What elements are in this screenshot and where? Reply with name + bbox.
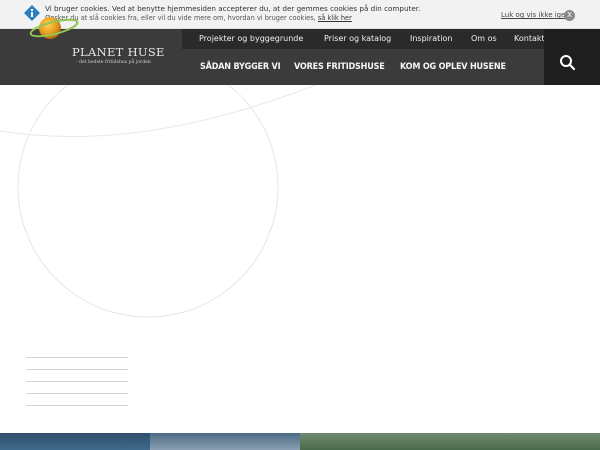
- search-button[interactable]: [544, 29, 600, 85]
- top-nav-projects[interactable]: Projekter og byggegrunde: [199, 34, 303, 43]
- brand-tagline: - det bedste fritidshus på jorden: [76, 60, 151, 65]
- gallery-image[interactable]: [0, 433, 150, 450]
- divider-line: [26, 369, 128, 370]
- main-nav-how-we-build[interactable]: SÅDAN BYGGER VI: [200, 62, 281, 72]
- top-nav: Projekter og byggegrunde Priser og katal…: [182, 29, 544, 49]
- cookie-more-link[interactable]: så klik her: [318, 14, 352, 22]
- gallery-image[interactable]: [150, 433, 300, 450]
- cookie-close-button[interactable]: X: [564, 10, 575, 21]
- top-nav-prices[interactable]: Priser og katalog: [324, 34, 391, 43]
- search-icon: [560, 55, 576, 71]
- top-nav-about[interactable]: Om os: [471, 34, 497, 43]
- divider-line: [26, 381, 128, 382]
- divider-line: [26, 393, 128, 394]
- brand-name[interactable]: PLANET HUSE: [72, 45, 165, 59]
- planet-logo-icon[interactable]: [28, 12, 158, 44]
- top-nav-contact[interactable]: Kontakt: [514, 34, 544, 43]
- cookie-dismiss-link[interactable]: Luk og vis ikke igen: [501, 11, 570, 19]
- main-nav-our-houses[interactable]: VORES FRITIDSHUSE: [294, 62, 385, 72]
- gallery-image[interactable]: [300, 433, 600, 450]
- divider-line: [26, 405, 128, 406]
- gallery-strip: [0, 433, 600, 450]
- main-nav-visit-houses[interactable]: KOM OG OPLEV HUSENE: [400, 62, 506, 72]
- top-nav-inspiration[interactable]: Inspiration: [410, 34, 452, 43]
- divider-line: [26, 357, 128, 358]
